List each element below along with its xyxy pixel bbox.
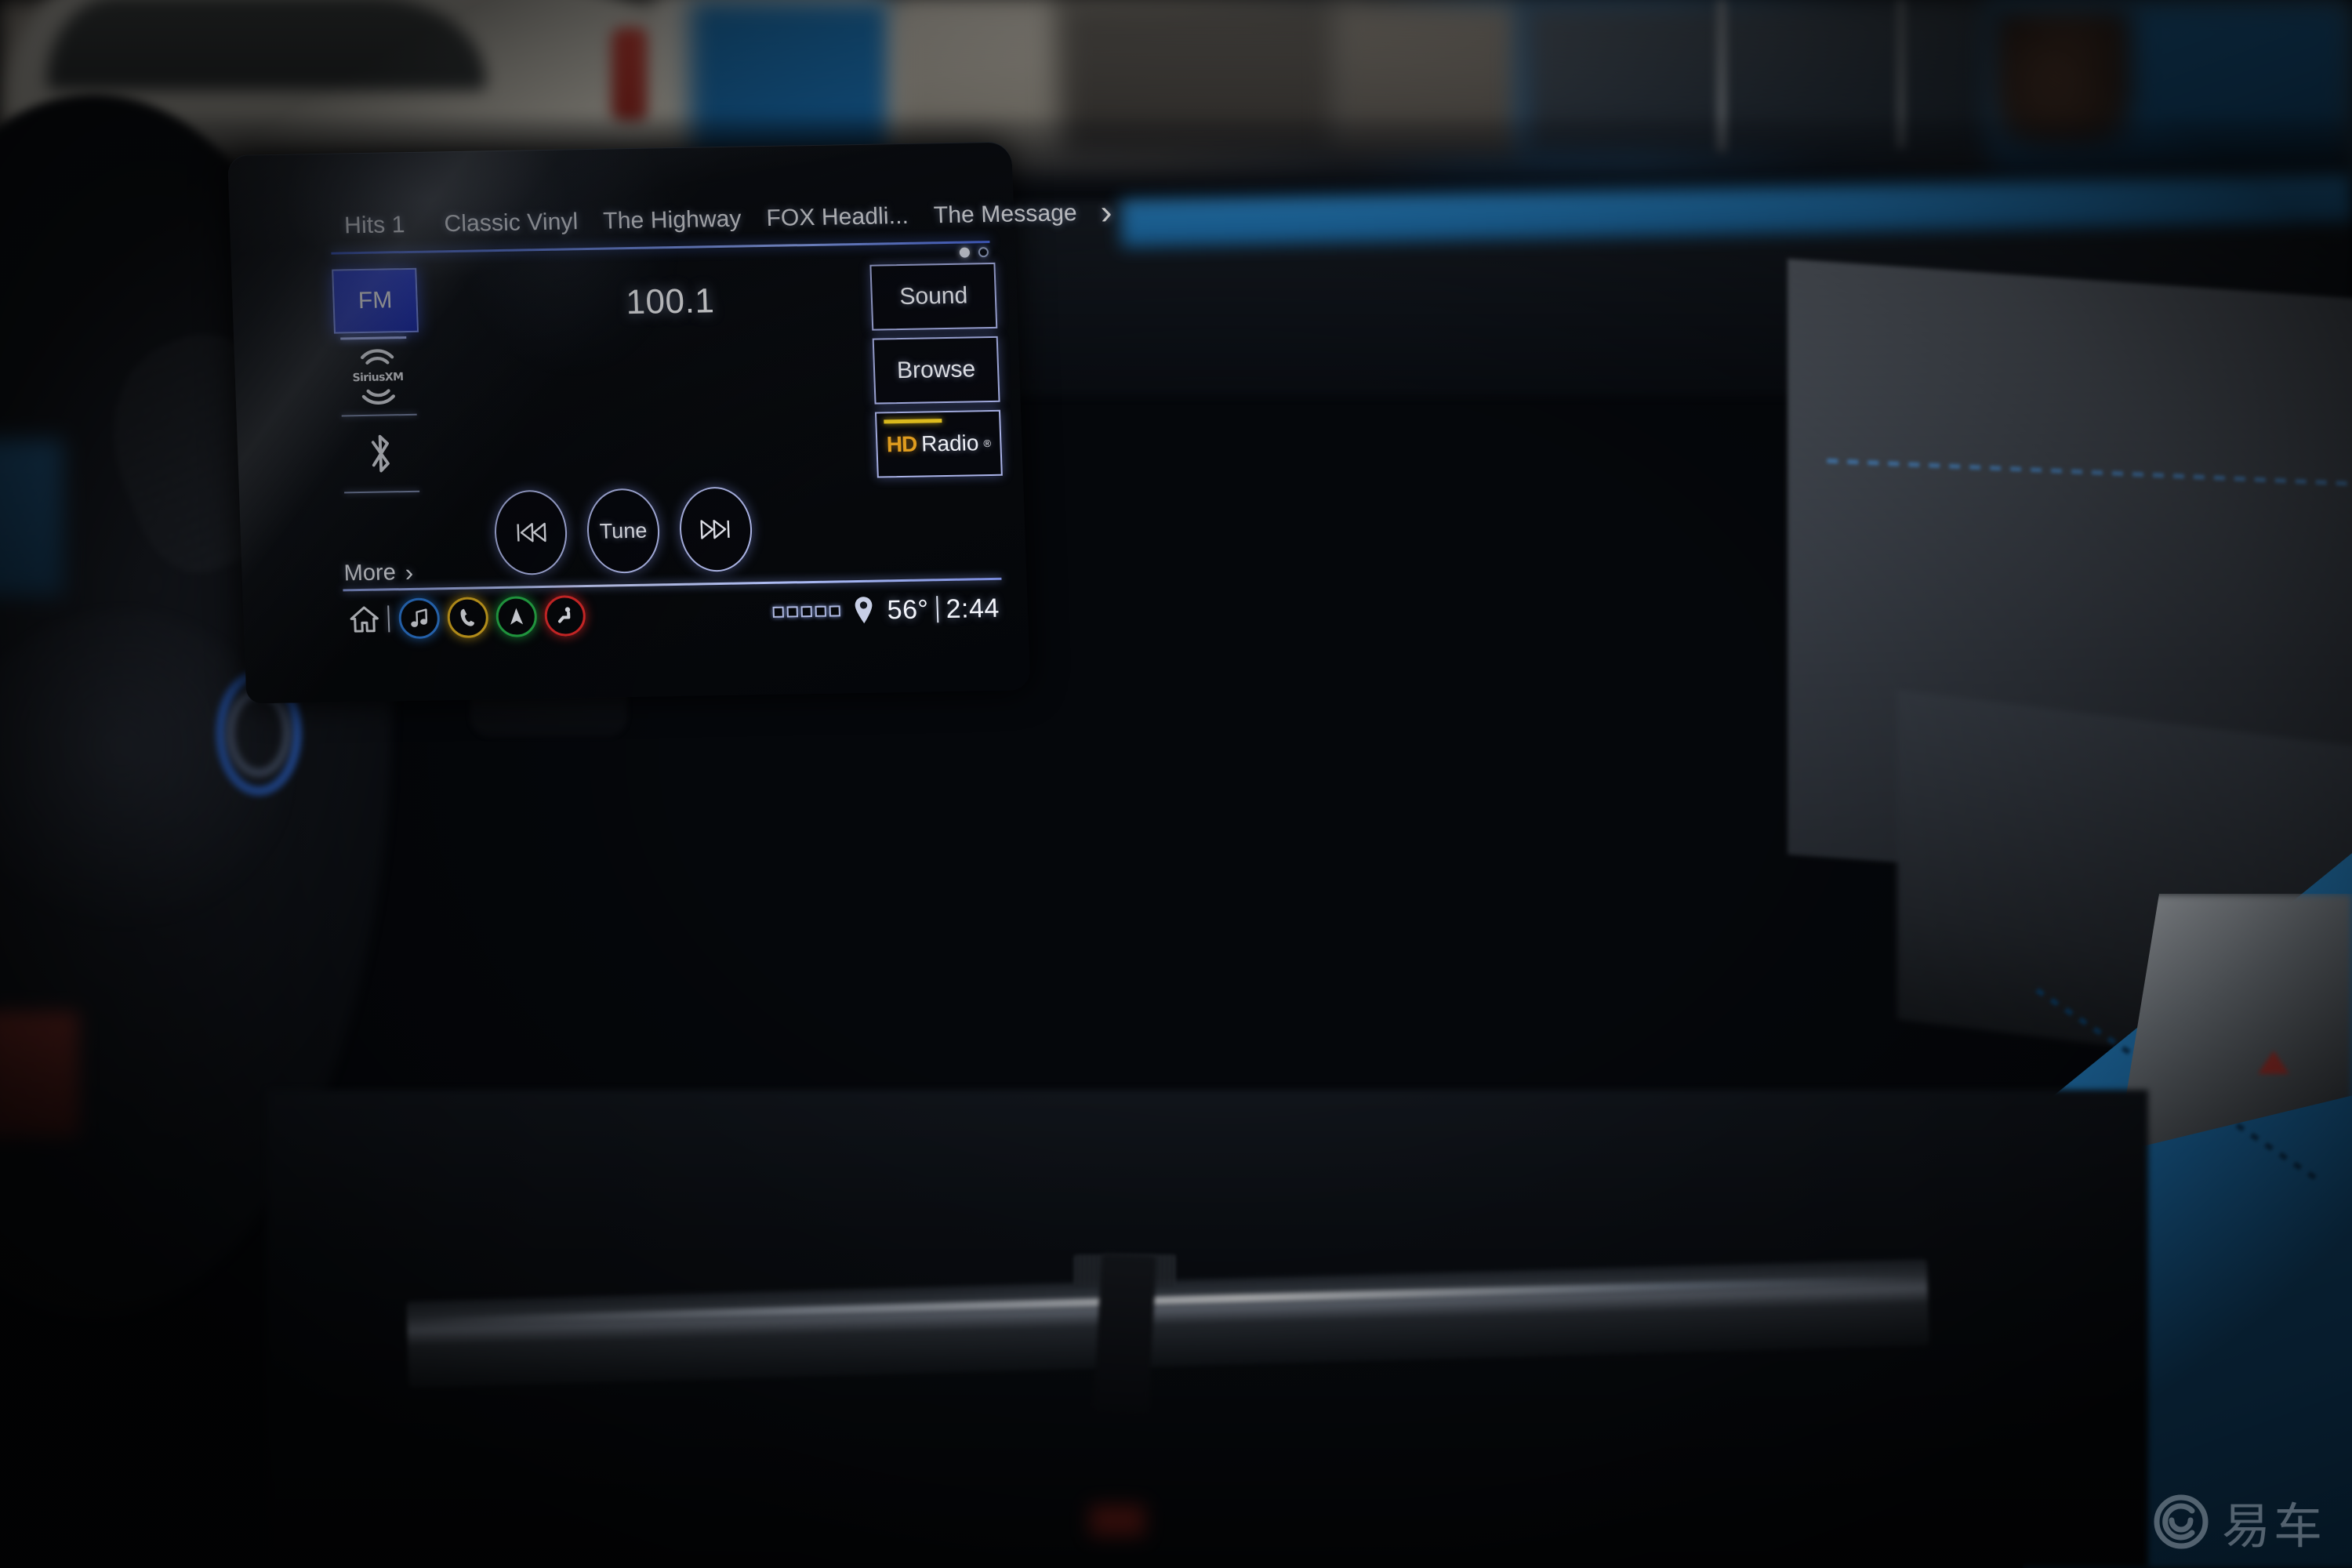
rail-divider (344, 490, 420, 494)
navigation-arrow-icon (510, 608, 524, 625)
siriusxm-icon: SiriusXM (352, 349, 404, 405)
tune-label: Tune (599, 518, 648, 543)
watermark: 易车 (2153, 1486, 2325, 1557)
clock-time: 2:44 (945, 593, 1000, 624)
page-dot-inactive[interactable] (978, 247, 989, 258)
signal-bar (815, 605, 826, 617)
infotainment-ui: Hits 1 Classic Vinyl The Highway FOX Hea… (329, 191, 1112, 641)
chevron-right-icon[interactable]: › (1100, 193, 1112, 231)
signal-bars-icon (772, 605, 840, 618)
skip-next-icon (700, 519, 730, 539)
preset-bar: Hits 1 Classic Vinyl The Highway FOX Hea… (329, 191, 1112, 251)
watermark-text: 易车 (2221, 1497, 2325, 1555)
source-bluetooth-button[interactable] (337, 416, 424, 492)
signal-bar (786, 606, 798, 618)
background-car-window (47, 0, 486, 90)
previous-station-button[interactable] (493, 489, 568, 576)
source-rail: FM SiriusXM (332, 267, 434, 494)
app-audio-button[interactable] (397, 597, 441, 640)
infotainment-display[interactable]: Hits 1 Classic Vinyl The Highway FOX Hea… (227, 141, 1112, 704)
status-area: 56° 2:44 (772, 593, 1003, 627)
source-siriusxm-button[interactable]: SiriusXM (334, 339, 421, 416)
preset-item-2[interactable]: Classic Vinyl (431, 209, 591, 238)
music-note-icon (411, 608, 428, 627)
preset-item-4[interactable]: FOX Headli... (753, 203, 922, 233)
bluetooth-icon (371, 434, 390, 473)
home-button[interactable] (343, 604, 385, 636)
cabin-blue-reflection (0, 439, 63, 596)
preset-item-5[interactable]: The Message (920, 200, 1090, 230)
station-frequency: 100.1 (625, 281, 716, 322)
browse-label: Browse (896, 356, 976, 384)
source-fm-label: FM (358, 287, 393, 314)
hd-mark-text: HD (886, 431, 917, 457)
skip-previous-icon (517, 522, 546, 543)
seat-person-icon (558, 607, 571, 623)
transport-controls: Tune (493, 486, 753, 576)
background-car-taillight (612, 27, 652, 122)
app-vehicle-button[interactable] (543, 595, 586, 637)
chevron-right-icon: › (405, 558, 414, 586)
yiche-logo-icon (2154, 1494, 2209, 1549)
display-mount-stalk (1093, 1253, 1157, 1413)
app-phone-button[interactable] (446, 597, 489, 639)
temperature-time: 56° 2:44 (887, 593, 1000, 625)
app-navigation-button[interactable] (495, 596, 538, 638)
outside-temperature: 56° (886, 593, 930, 625)
hd-logo-bar (884, 419, 942, 424)
cabin-red-reflection (0, 1011, 78, 1137)
svg-text:SiriusXM: SiriusXM (352, 371, 403, 384)
location-pin-icon (855, 597, 873, 624)
signal-bar (800, 605, 812, 618)
home-icon (350, 606, 379, 633)
phone-icon (460, 608, 474, 626)
page-indicator (959, 247, 989, 258)
hd-radio-registered: ® (983, 437, 992, 449)
hazard-light-button[interactable] (2258, 1051, 2289, 1074)
sound-button[interactable]: Sound (869, 262, 998, 331)
signal-bar (829, 605, 840, 617)
bottom-bar-divider (387, 605, 390, 633)
cabin-red-glow (1090, 1505, 1145, 1537)
tune-button[interactable]: Tune (586, 488, 661, 574)
preset-item-1[interactable]: Hits 1 (330, 211, 432, 239)
sound-label: Sound (898, 282, 968, 310)
hd-radio-word: Radio (920, 430, 979, 456)
preset-item-3[interactable]: The Highway (590, 205, 754, 235)
status-divider (935, 596, 939, 623)
more-label: More (343, 560, 397, 586)
hd-radio-button[interactable]: HD Radio ® (874, 409, 1003, 478)
page-dot-active[interactable] (959, 247, 971, 258)
more-sources-button[interactable]: More › (343, 558, 414, 587)
hd-mark: HD (884, 419, 942, 458)
action-button-column: Sound Browse HD Radio ® (869, 262, 1003, 478)
next-station-button[interactable] (678, 486, 753, 572)
browse-button[interactable]: Browse (872, 336, 1000, 405)
signal-bar (772, 606, 784, 618)
source-fm-button[interactable]: FM (332, 267, 419, 334)
hd-radio-logo-icon: HD Radio ® (884, 419, 992, 458)
